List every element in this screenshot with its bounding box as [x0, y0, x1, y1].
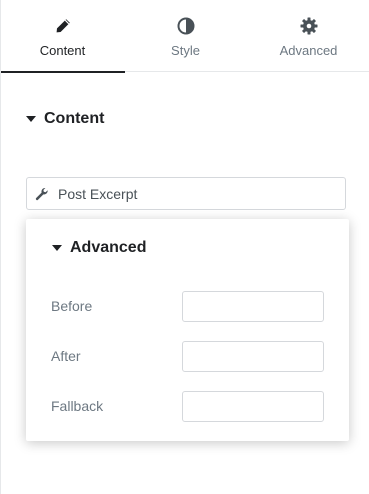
caret-down-icon: [26, 116, 36, 122]
before-label: Before: [51, 298, 93, 314]
panel-tabs: Content Style Advanced: [1, 0, 369, 73]
before-input[interactable]: [182, 290, 324, 322]
fallback-input[interactable]: [182, 390, 324, 422]
tab-advanced[interactable]: Advanced: [247, 0, 369, 72]
tab-content-label: Content: [39, 43, 86, 58]
content-section-toggle[interactable]: Content: [26, 110, 104, 128]
editor-panel: Content Style Advanced Content Post Exce…: [0, 0, 369, 494]
gear-icon: [299, 16, 319, 36]
tab-style-label: Style: [171, 43, 200, 58]
dynamic-tag-field[interactable]: Post Excerpt: [26, 177, 346, 210]
wrench-icon: [35, 187, 49, 201]
fallback-label: Fallback: [51, 398, 104, 414]
tab-advanced-label: Advanced: [279, 43, 338, 58]
advanced-section-toggle[interactable]: Advanced: [52, 239, 146, 257]
dynamic-tag-settings-popover: Advanced Before After Fallback: [26, 219, 349, 441]
tab-content[interactable]: Content: [1, 0, 125, 73]
after-input[interactable]: [182, 340, 324, 372]
caret-down-icon: [52, 245, 62, 251]
before-row: Before: [51, 290, 324, 322]
dynamic-tag-label: Post Excerpt: [58, 185, 138, 202]
content-section-title: Content: [44, 110, 105, 127]
fallback-row: Fallback: [51, 390, 324, 422]
tab-style[interactable]: Style: [124, 0, 247, 72]
after-row: After: [51, 340, 324, 372]
after-label: After: [51, 348, 81, 364]
half-circle-icon: [176, 16, 196, 36]
pencil-icon: [53, 16, 73, 36]
advanced-section-title: Advanced: [70, 239, 147, 256]
